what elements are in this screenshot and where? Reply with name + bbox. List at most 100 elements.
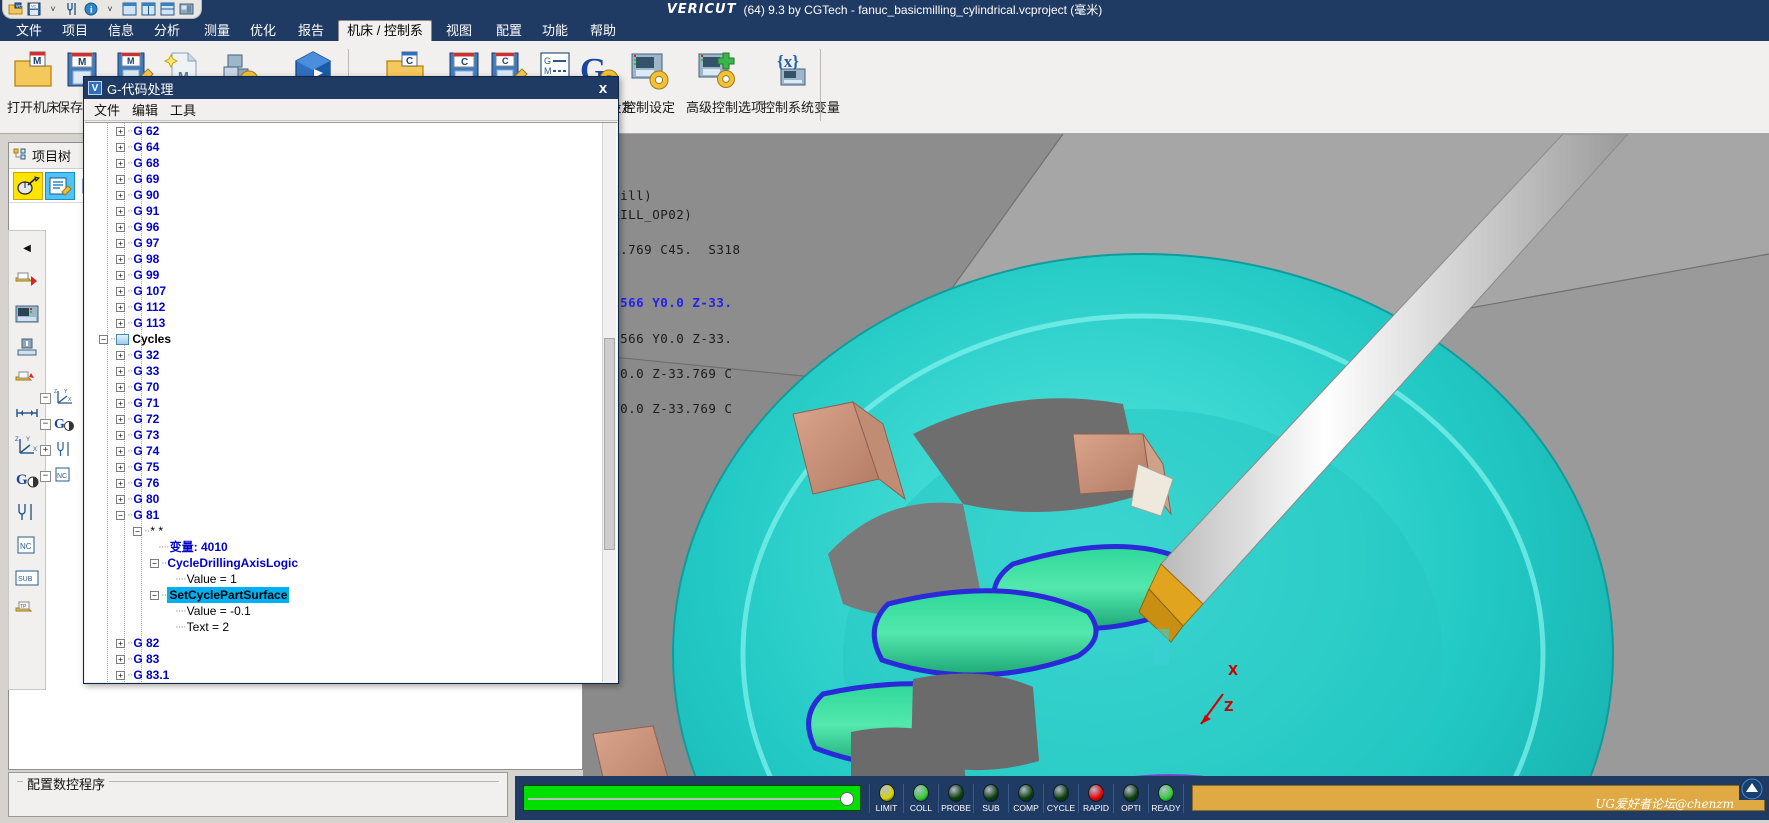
project-mini-tree[interactable]: − Z Y X − G + − NC (40, 385, 76, 489)
distance-icon[interactable] (12, 399, 42, 427)
expand-icon[interactable]: + (116, 318, 125, 328)
gcode-tree-row[interactable]: + ·· G 82 (85, 635, 603, 651)
menu-item-5[interactable]: 优化 (240, 20, 286, 41)
gcode-tree-row[interactable]: + ·· G 113 (85, 315, 603, 331)
expand-icon[interactable]: + (116, 494, 125, 504)
control-variables-button[interactable]: {x} 控制系统变量 (762, 45, 840, 129)
status-bar[interactable]: LIMIT COLL PROBE SUB COMP CYCLE RAPID OPTI READY… (515, 776, 1769, 820)
save-project-icon[interactable]: VC (26, 1, 42, 17)
machine-base-icon[interactable] (12, 333, 42, 361)
menu-item-2[interactable]: 信息 (98, 20, 144, 41)
gcode-tree-row[interactable]: + ·· G 73 (85, 427, 603, 443)
project-tree-node-tooling-node[interactable]: + (40, 437, 76, 463)
expand-icon[interactable]: + (116, 222, 125, 232)
main-menu-bar[interactable]: 文件项目信息分析测量优化报告机床 / 控制系统视图配置功能帮助 (0, 19, 1769, 58)
gcode-tree-row[interactable]: + ·· G 99 (85, 267, 603, 283)
gcode-tree-row[interactable]: + ·· G 98 (85, 251, 603, 267)
collapse-arrow-icon[interactable]: ◀ (12, 234, 42, 262)
expand-icon[interactable]: + (116, 158, 125, 168)
gcode-tree-row[interactable]: + ·· G 96 (85, 219, 603, 235)
expand-icon[interactable]: + (116, 286, 125, 296)
gcode-tree-row[interactable]: ···· Text = 2 (85, 619, 603, 635)
nc-program-icon[interactable]: NC (12, 531, 42, 559)
gcode-tree-row[interactable]: + ·· G 80 (85, 491, 603, 507)
expand-icon[interactable]: + (116, 430, 125, 440)
progress-slider[interactable] (523, 785, 861, 811)
gcode-menu-item-1[interactable]: 编辑 (132, 100, 158, 119)
collapse-icon[interactable]: − (150, 558, 159, 568)
gcode-tree-row[interactable]: + ·· G 68 (85, 155, 603, 171)
info-icon[interactable]: i (83, 1, 99, 17)
expand-icon[interactable]: + (116, 350, 125, 360)
document-edit-tool[interactable] (45, 171, 75, 200)
gcode-tree-row[interactable]: + ·· G 33 (85, 363, 603, 379)
gcode-tree-row[interactable]: + ·· G 75 (85, 459, 603, 475)
expand-icon[interactable]: + (116, 398, 125, 408)
quick-access-toolbar[interactable]: VC VC ˅ i ˅ (2, 0, 202, 19)
expand-icon[interactable]: + (116, 302, 125, 312)
toolpath-icon[interactable]: TP (12, 597, 42, 625)
menu-item-11[interactable]: 帮助 (580, 20, 626, 41)
control-settings-button[interactable]: 控制设定 (618, 45, 680, 129)
open-project-icon[interactable]: VC (7, 1, 23, 17)
gcode-tree-row[interactable]: + ·· G 72 (85, 411, 603, 427)
expand-icon[interactable]: + (116, 238, 125, 248)
expand-icon[interactable]: + (116, 478, 125, 488)
gcode-tree-row[interactable]: + ·· G 83.1 (85, 667, 603, 682)
gcode-tree-row[interactable]: + ·· G 97 (85, 235, 603, 251)
gcode-dialog-menu-bar[interactable]: 文件 编辑 工具 (84, 99, 618, 121)
gcode-tree-row[interactable]: + ·· G 112 (85, 299, 603, 315)
collapse-icon[interactable]: − (99, 334, 108, 344)
expand-icon[interactable]: + (116, 462, 125, 472)
expand-icon[interactable]: + (116, 670, 125, 680)
menu-item-7[interactable]: 机床 / 控制系统 (338, 20, 432, 58)
gcode-tree-row[interactable]: + ·· G 91 (85, 203, 603, 219)
gcode-tree-row[interactable]: ···· 变量: 4010 (85, 539, 603, 555)
menu-item-3[interactable]: 分析 (144, 20, 190, 41)
collapse-icon[interactable]: − (150, 590, 159, 600)
menu-item-6[interactable]: 报告 (288, 20, 334, 41)
mouse-pointer-tool[interactable] (13, 171, 43, 200)
gcode-processing-dialog[interactable]: V G-代码处理 x 文件 编辑 工具 + ·· G 62 + ·· G 64 + ·· G 68 +… (83, 76, 619, 684)
gcode-tree-row[interactable]: + ·· G 62 (85, 123, 603, 139)
project-tree-node-nc-program-node[interactable]: − NC (40, 463, 76, 489)
gcode-tree-row[interactable]: + ·· G 64 (85, 139, 603, 155)
configure-nc-program-panel[interactable]: 配置数控程序 (8, 772, 508, 817)
menu-item-8[interactable]: 视图 (436, 20, 482, 41)
collapse-icon[interactable]: − (40, 470, 51, 482)
slider-knob[interactable] (840, 792, 854, 806)
gcode-tree[interactable]: + ·· G 62 + ·· G 64 + ·· G 68 + ·· G 69 + ·· G 90 + ·· G … (85, 122, 617, 682)
menu-item-10[interactable]: 功能 (532, 20, 578, 41)
coordinate-axis-icon[interactable]: Z YX (12, 432, 42, 460)
split-view-icon[interactable] (140, 1, 156, 17)
expand-icon[interactable]: + (116, 446, 125, 456)
expand-icon[interactable]: + (116, 206, 125, 216)
machine-3d-render[interactable] (583, 134, 1769, 780)
subroutine-icon[interactable]: SUB (12, 564, 42, 592)
chevron-down-icon-2[interactable]: ˅ (102, 1, 118, 17)
gcode-tree-row[interactable]: − ·· SetCyclePartSurface (85, 587, 603, 603)
gcode-tree-row[interactable]: ···· Value = -0.1 (85, 603, 603, 619)
gcode-tree-row[interactable]: − ·· CycleDrillingAxisLogic (85, 555, 603, 571)
gcode-tree-row[interactable]: + ·· G 90 (85, 187, 603, 203)
expand-icon[interactable]: + (116, 382, 125, 392)
menu-item-1[interactable]: 项目 (52, 20, 98, 41)
advanced-control-button[interactable]: 高级控制选项 (686, 45, 764, 129)
gcode-tree-row[interactable]: ···· Value = 1 (85, 571, 603, 587)
expand-icon[interactable]: + (116, 638, 125, 648)
gcode-menu-item-0[interactable]: 文件 (94, 100, 120, 119)
gcode-tree-scrollbar[interactable] (602, 123, 616, 682)
expand-icon[interactable]: + (40, 444, 51, 456)
collapse-icon[interactable]: − (116, 510, 125, 520)
gcode-tree-row[interactable]: + ·· G 32 (85, 347, 603, 363)
gcode-tree-row[interactable]: − ·· Cycles (85, 331, 603, 347)
single-view-icon[interactable] (121, 1, 137, 17)
gcode-ball-icon[interactable]: G (12, 465, 42, 493)
tooling-icon[interactable] (12, 498, 42, 526)
expand-icon[interactable]: + (116, 126, 125, 136)
expand-icon[interactable]: + (116, 654, 125, 664)
control-panel-icon[interactable] (12, 300, 42, 328)
project-tree-node-gcode-node[interactable]: − G (40, 411, 76, 437)
gcode-tree-row[interactable]: + ·· G 70 (85, 379, 603, 395)
collapse-icon[interactable]: − (40, 418, 51, 430)
